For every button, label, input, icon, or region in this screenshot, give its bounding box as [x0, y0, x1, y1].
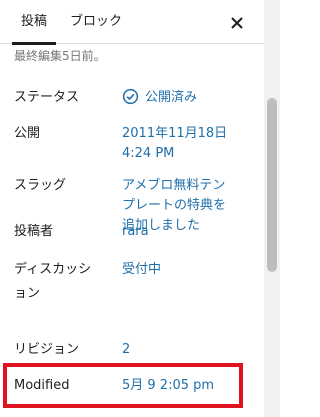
- publish-label: 公開: [14, 126, 41, 141]
- scrollbar[interactable]: [264, 0, 280, 417]
- close-button[interactable]: [226, 12, 248, 34]
- last-edited-text: 最終編集5日前。: [14, 49, 106, 63]
- discussion-label-line-2: ョン: [14, 286, 41, 301]
- discussion-button[interactable]: 受付中: [122, 260, 258, 280]
- slug-line-1: アメブロ無料テン: [122, 178, 226, 193]
- publish-date: 2011年11月18日: [122, 126, 228, 141]
- status-value: 公開済み: [145, 90, 198, 105]
- scrollbar-thumb[interactable]: [267, 98, 277, 272]
- status-value-button[interactable]: 公開済み: [122, 88, 258, 108]
- revisions-label: リビジョン: [14, 342, 80, 357]
- discussion-label: ディスカッシ ョン: [14, 258, 91, 306]
- post-sidebar-panel: 投稿 ブロック 最終編集5日前。 ステータス 公開済み 公開 2011年11月1…: [0, 0, 280, 417]
- author-label: 投稿者: [14, 224, 54, 239]
- revisions-link[interactable]: 2: [122, 340, 258, 360]
- publish-time: 4:24 PM: [122, 146, 175, 161]
- close-icon: [231, 17, 243, 29]
- tab-block[interactable]: ブロック: [70, 0, 122, 44]
- discussion-label-line-1: ディスカッシ: [14, 262, 92, 277]
- slug-label: スラッグ: [14, 178, 67, 193]
- tab-post[interactable]: 投稿: [12, 0, 56, 45]
- status-label: ステータス: [14, 90, 80, 105]
- author-button[interactable]: rara: [122, 222, 258, 242]
- check-circle-icon: [122, 88, 139, 105]
- modified-highlight-box: [3, 363, 243, 408]
- sidebar-tabs: 投稿 ブロック: [0, 0, 264, 45]
- publish-date-button[interactable]: 2011年11月18日 4:24 PM: [122, 124, 258, 164]
- slug-line-2: プレートの特典を: [122, 198, 227, 213]
